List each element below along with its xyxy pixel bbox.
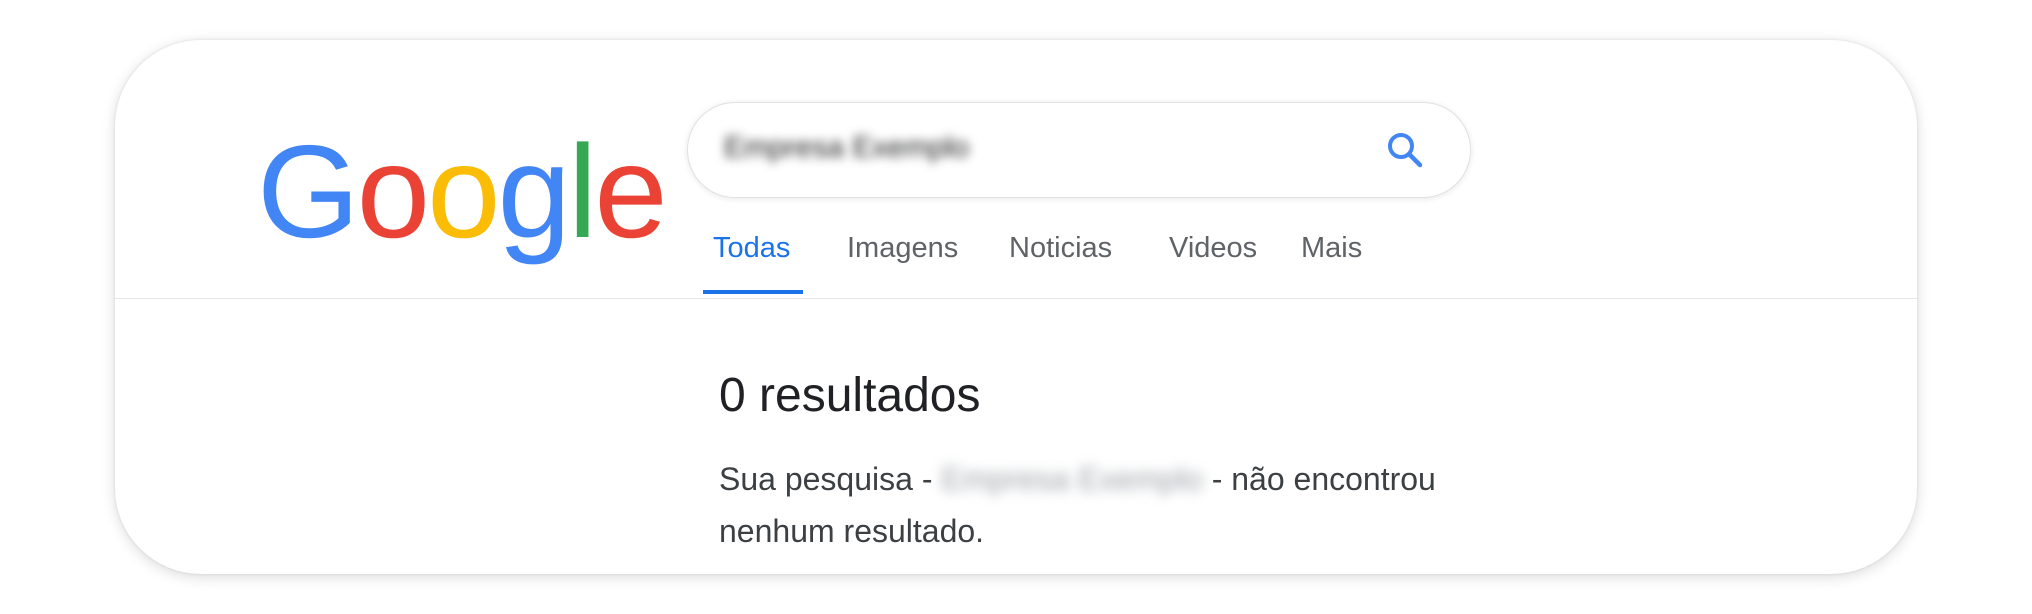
header-divider	[115, 298, 1917, 299]
tab-noticias[interactable]: Noticias	[1009, 232, 1112, 265]
message-prefix: Sua pesquisa -	[719, 461, 933, 497]
results-card: Google Empresa Exemplo Todas Imagens Not…	[115, 40, 1917, 574]
result-count: 0 resultados	[719, 369, 981, 422]
tab-label: Imagens	[847, 232, 959, 264]
tab-label: Todas	[713, 232, 791, 264]
logo-letter: l	[567, 118, 597, 265]
search-icon[interactable]	[1384, 129, 1426, 171]
search-input[interactable]: Empresa Exemplo	[724, 131, 969, 165]
logo-letter: g	[497, 118, 571, 265]
search-box[interactable]: Empresa Exemplo	[687, 102, 1471, 198]
google-logo[interactable]: Google	[257, 118, 668, 265]
no-results-message: Sua pesquisa - Empresa Exemplo - não enc…	[719, 453, 1479, 557]
logo-letter: e	[594, 118, 667, 265]
logo-letter: G	[257, 118, 360, 265]
logo-letter: o	[427, 118, 500, 265]
tab-videos[interactable]: Videos	[1169, 232, 1257, 265]
message-query: Empresa Exemplo	[941, 461, 1203, 497]
logo-letter: o	[356, 118, 430, 265]
tab-label: Noticias	[1009, 232, 1113, 264]
tab-label: Videos	[1169, 232, 1258, 264]
tab-imagens[interactable]: Imagens	[847, 232, 958, 265]
tab-mais[interactable]: Mais	[1301, 232, 1362, 265]
active-tab-indicator	[703, 290, 803, 294]
tab-label: Mais	[1301, 232, 1363, 264]
tab-todas[interactable]: Todas	[703, 232, 803, 294]
